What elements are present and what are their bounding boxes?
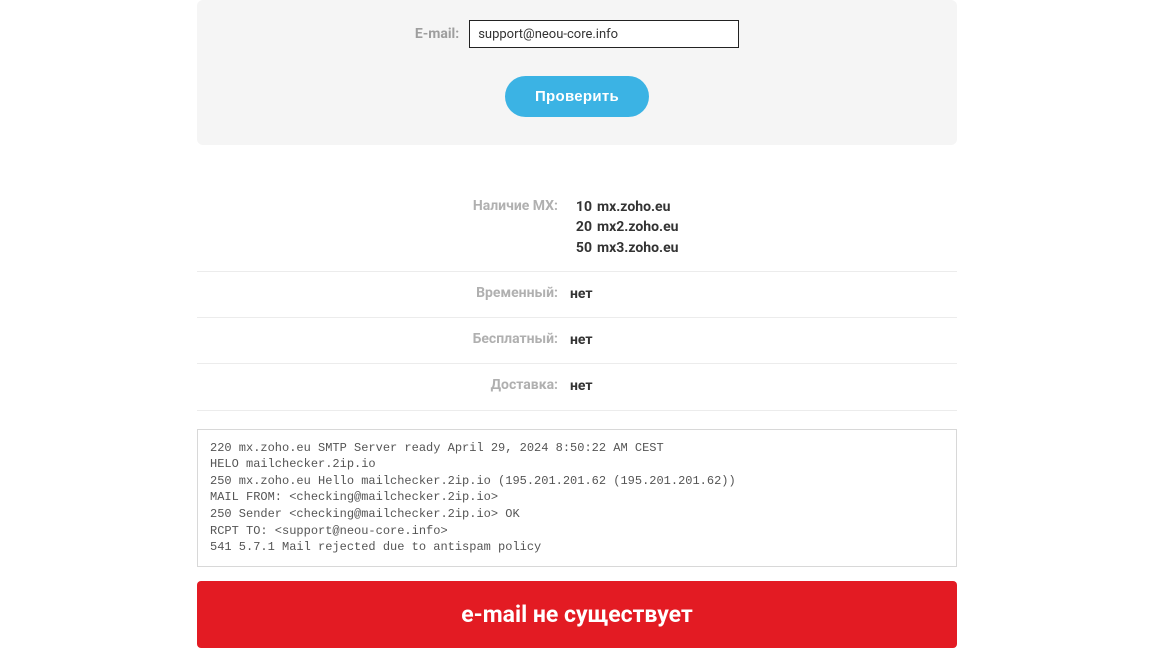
email-row: E-mail: [227, 20, 927, 48]
status-banner: e-mail не существует [197, 581, 957, 648]
results-block: Наличие MX: 10 mx.zoho.eu 20 mx2.zoho.eu… [197, 173, 957, 411]
free-row: Бесплатный: нет [197, 318, 957, 364]
mx-row: Наличие MX: 10 mx.zoho.eu 20 mx2.zoho.eu… [197, 173, 957, 272]
main-container: E-mail: Проверить Наличие MX: 10 mx.zoho… [197, 0, 957, 648]
free-value: нет [570, 330, 593, 350]
email-input[interactable] [469, 20, 739, 48]
mx-record: 20 mx2.zoho.eu [570, 217, 678, 237]
delivery-label: Доставка: [197, 376, 570, 393]
temporary-value: нет [570, 284, 593, 304]
check-form: E-mail: Проверить [197, 0, 957, 145]
temporary-label: Временный: [197, 284, 570, 301]
mx-value: 10 mx.zoho.eu 20 mx2.zoho.eu 50 mx3.zoho… [570, 197, 678, 258]
delivery-row: Доставка: нет [197, 364, 957, 410]
smtp-log: 220 mx.zoho.eu SMTP Server ready April 2… [197, 429, 957, 567]
delivery-value: нет [570, 376, 593, 396]
free-label: Бесплатный: [197, 330, 570, 347]
email-label: E-mail: [415, 26, 459, 42]
check-button[interactable]: Проверить [505, 76, 649, 117]
mx-label: Наличие MX: [197, 197, 570, 214]
mx-record: 10 mx.zoho.eu [570, 197, 678, 217]
submit-row: Проверить [227, 76, 927, 117]
temporary-row: Временный: нет [197, 272, 957, 318]
mx-record: 50 mx3.zoho.eu [570, 238, 678, 258]
